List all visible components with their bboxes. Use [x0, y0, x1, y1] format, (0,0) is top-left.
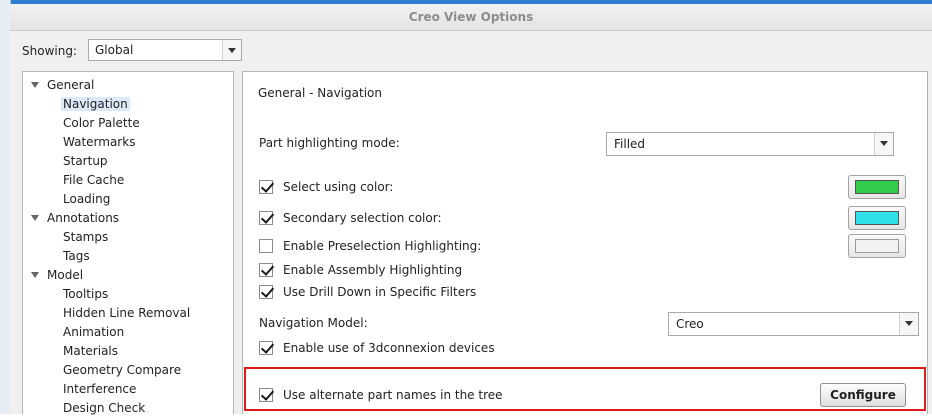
- options-dialog-body: Showing: Global General Navigation Color P…: [10, 31, 932, 415]
- tree-group-label: Model: [47, 268, 84, 282]
- tree-item-label: Tags: [63, 249, 90, 263]
- alternate-part-names-label: Use alternate part names in the tree: [283, 388, 503, 402]
- checkbox-box[interactable]: [259, 341, 273, 355]
- tree-item[interactable]: Design Check: [63, 399, 145, 418]
- expand-arrow-icon[interactable]: [31, 272, 39, 278]
- part-highlighting-dropdown[interactable]: Filled: [606, 132, 894, 156]
- window-title: Creo View Options: [10, 4, 932, 31]
- tree-group-label: Annotations: [47, 211, 120, 225]
- tree-item[interactable]: File Cache: [63, 171, 124, 190]
- checkbox-box[interactable]: [259, 180, 273, 194]
- navigation-model-label: Navigation Model:: [259, 316, 368, 330]
- secondary-color-button[interactable]: [848, 206, 906, 230]
- select-color-button[interactable]: [848, 175, 906, 199]
- tree-item[interactable]: Stamps: [63, 228, 108, 247]
- select-using-color-label: Select using color:: [283, 180, 394, 194]
- tree-item-label: File Cache: [63, 173, 125, 187]
- enable-preselection-checkbox[interactable]: Enable Preselection Highlighting:: [259, 237, 481, 255]
- enable-preselection-label: Enable Preselection Highlighting:: [283, 239, 482, 253]
- checkbox-box[interactable]: [259, 285, 273, 299]
- tree-item[interactable]: Hidden Line Removal: [63, 304, 190, 323]
- drill-down-label: Use Drill Down in Specific Filters: [283, 285, 477, 299]
- tree-item-label: Interference: [63, 382, 137, 396]
- tree-item[interactable]: Startup: [63, 152, 108, 171]
- checkbox-box[interactable]: [259, 211, 273, 225]
- part-highlighting-value: Filled: [614, 137, 646, 151]
- chevron-down-icon[interactable]: [899, 313, 918, 335]
- secondary-selection-color-label: Secondary selection color:: [283, 211, 442, 225]
- tree-item-label: Materials: [63, 344, 119, 358]
- tree-item-label: Hidden Line Removal: [63, 306, 191, 320]
- tree-item[interactable]: Tooltips: [63, 285, 108, 304]
- tree-item-label: Stamps: [63, 230, 109, 244]
- part-highlighting-label: Part highlighting mode:: [259, 136, 400, 150]
- tree-item-label: Design Check: [63, 401, 146, 415]
- select-using-color-checkbox[interactable]: Select using color:: [259, 178, 393, 196]
- showing-value: Global: [95, 43, 134, 57]
- tree-item-label: Navigation: [61, 97, 130, 111]
- expand-arrow-icon[interactable]: [31, 215, 39, 221]
- enable-assembly-highlighting-checkbox[interactable]: Enable Assembly Highlighting: [259, 261, 462, 279]
- tree-item-label: Tooltips: [63, 287, 109, 301]
- checkbox-box[interactable]: [259, 263, 273, 277]
- drill-down-checkbox[interactable]: Use Drill Down in Specific Filters: [259, 283, 476, 301]
- showing-dropdown[interactable]: Global: [88, 39, 242, 61]
- chevron-down-icon[interactable]: [874, 133, 893, 155]
- tree-item[interactable]: Geometry Compare: [63, 361, 181, 380]
- panel-title: General - Navigation: [258, 86, 382, 100]
- preselection-color-swatch: [855, 239, 899, 253]
- options-tree: General Navigation Color Palette Watermarks…: [22, 71, 234, 415]
- tree-item-label: Loading: [63, 192, 111, 206]
- configure-button[interactable]: Configure: [820, 383, 906, 407]
- expand-arrow-icon[interactable]: [31, 82, 39, 88]
- secondary-selection-color-checkbox[interactable]: Secondary selection color:: [259, 209, 442, 227]
- tree-item-label: Watermarks: [63, 135, 136, 149]
- alternate-part-names-checkbox[interactable]: Use alternate part names in the tree: [259, 386, 503, 404]
- preselection-color-button[interactable]: [848, 234, 906, 258]
- tree-item[interactable]: Loading: [63, 190, 110, 209]
- select-color-swatch: [855, 180, 899, 194]
- tree-item[interactable]: Color Palette: [63, 114, 140, 133]
- checkbox-box[interactable]: [259, 239, 273, 253]
- tree-item-label: Animation: [63, 325, 125, 339]
- navigation-model-value: Creo: [676, 317, 704, 331]
- navigation-model-dropdown[interactable]: Creo: [668, 312, 919, 336]
- tree-item-label: Color Palette: [63, 116, 140, 130]
- tree-item[interactable]: Animation: [63, 323, 124, 342]
- tree-item-label: Startup: [63, 154, 108, 168]
- threedconnexion-checkbox[interactable]: Enable use of 3dconnexion devices: [259, 339, 495, 357]
- chevron-down-icon[interactable]: [222, 40, 241, 60]
- secondary-color-swatch: [855, 211, 899, 225]
- tree-item-label: Geometry Compare: [63, 363, 182, 377]
- tree-group-label: General: [47, 78, 95, 92]
- enable-assembly-label: Enable Assembly Highlighting: [283, 263, 463, 277]
- settings-panel: General - Navigation Part highlighting m…: [242, 71, 928, 414]
- tree-item[interactable]: Tags: [63, 247, 90, 266]
- checkbox-box[interactable]: [259, 388, 273, 402]
- tree-item[interactable]: Navigation: [61, 95, 130, 114]
- tree-item[interactable]: Watermarks: [63, 133, 135, 152]
- showing-label: Showing:: [22, 44, 77, 58]
- tree-item[interactable]: Materials: [63, 342, 118, 361]
- threedconnexion-label: Enable use of 3dconnexion devices: [283, 341, 495, 355]
- tree-item[interactable]: Interference: [63, 380, 136, 399]
